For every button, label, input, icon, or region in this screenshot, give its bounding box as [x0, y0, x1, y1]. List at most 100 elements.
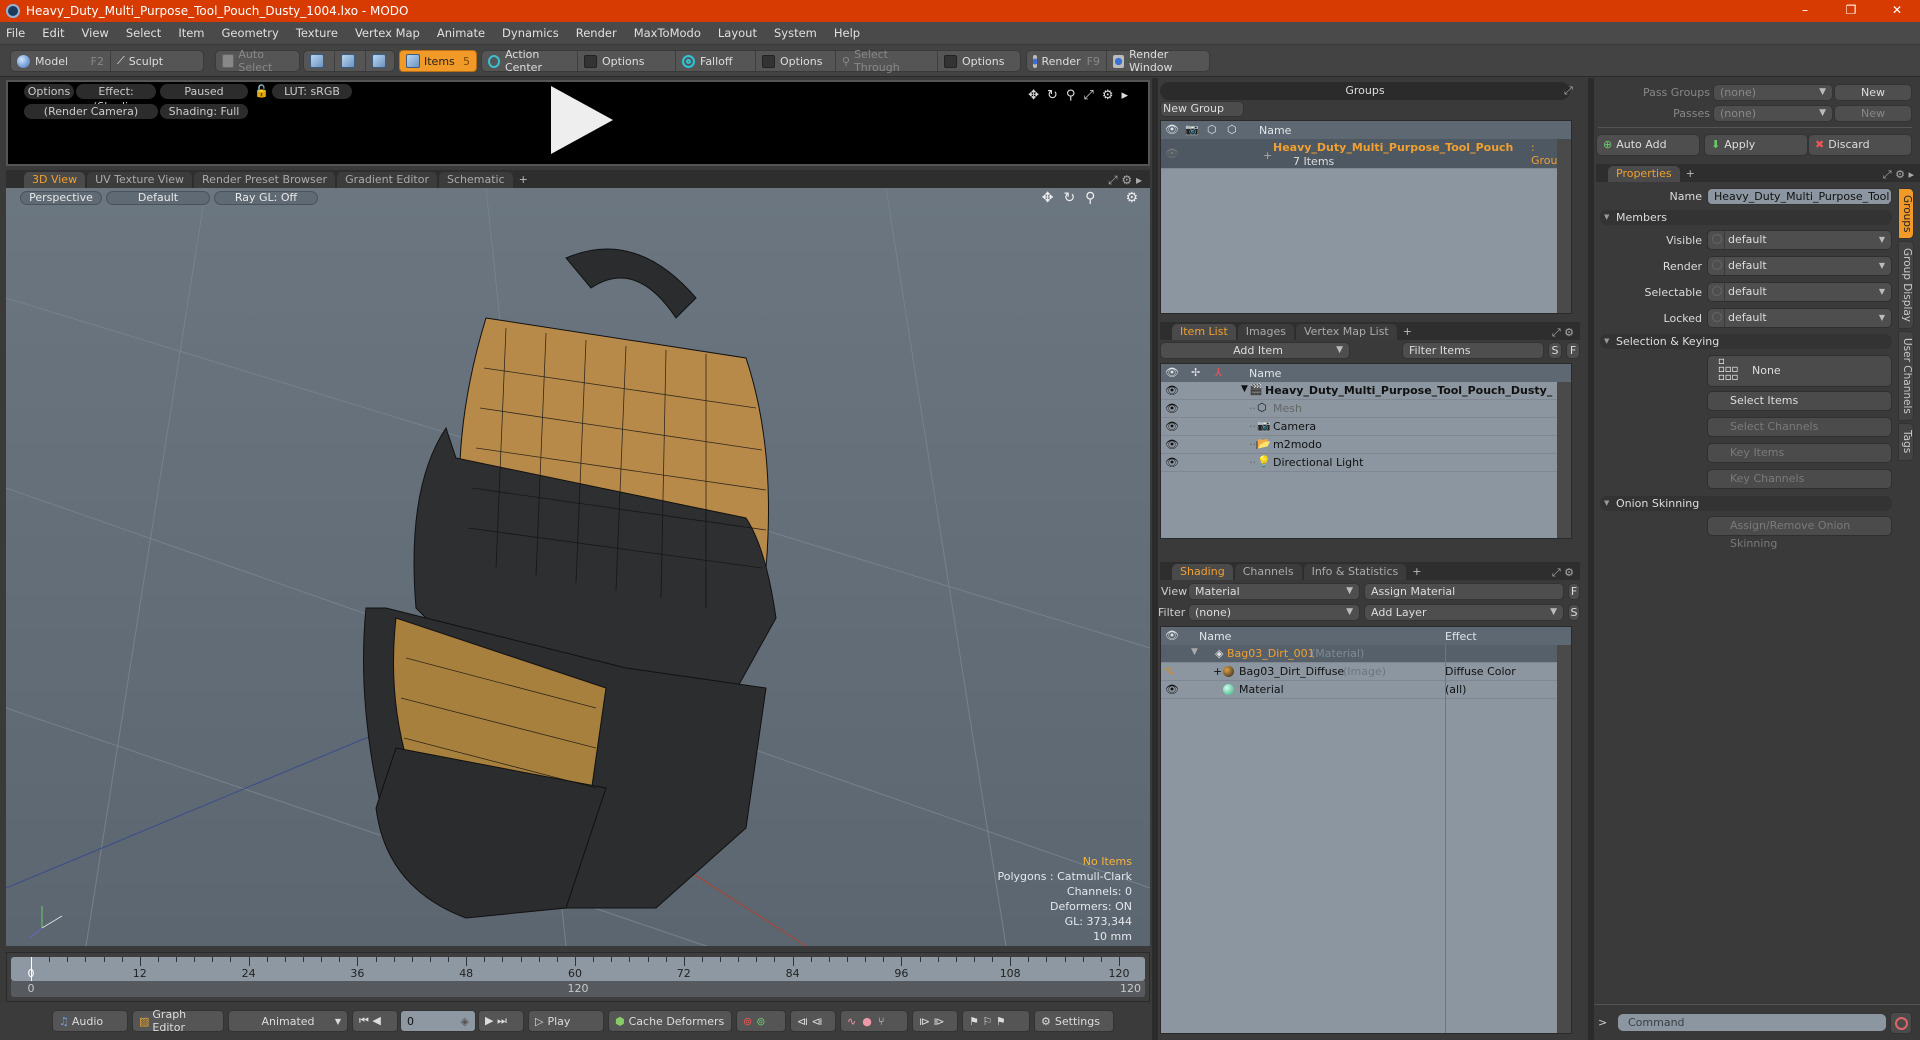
falloff-options-button[interactable]: Options: [756, 51, 836, 71]
f-toggle[interactable]: F: [1566, 342, 1580, 359]
move-view-icon[interactable]: ✥: [1028, 88, 1039, 103]
tab-info-statistics[interactable]: Info & Statistics: [1303, 564, 1407, 580]
items-mode-button[interactable]: Items 5: [399, 50, 477, 72]
shader-row-image[interactable]: ✎ + Bag03_Dirt_Diffuse (Image) Diffuse C…: [1161, 663, 1571, 681]
tab-schematic[interactable]: Schematic: [439, 172, 513, 188]
add-layer-dropdown[interactable]: Add Layer ▼: [1364, 604, 1564, 621]
menu-vertex-map[interactable]: Vertex Map: [355, 26, 420, 40]
radio-icon[interactable]: [1712, 286, 1722, 296]
preview-options-button[interactable]: Options: [24, 84, 74, 99]
locked-dropdown[interactable]: default ▼: [1707, 308, 1892, 328]
item-list-row[interactable]: 👁 ·· 📷 Camera: [1161, 418, 1571, 436]
pass-groups-dropdown[interactable]: (none) ▼: [1713, 84, 1833, 101]
gear-icon[interactable]: ⚙: [1121, 173, 1132, 187]
menu-view[interactable]: View: [82, 26, 109, 40]
playhead[interactable]: [31, 957, 32, 981]
side-tab-tags[interactable]: Tags: [1898, 423, 1914, 461]
timeline[interactable]: 0 12 24 36 48 60 72 84 96 108 120 0 120 120: [6, 952, 1150, 1002]
menu-texture[interactable]: Texture: [296, 26, 338, 40]
apply-button[interactable]: ⬇ Apply: [1704, 134, 1808, 156]
group-row[interactable]: 👁 + Heavy_Duty_Multi_Purpose_Tool_Pouch …: [1161, 139, 1571, 169]
key-ops-group[interactable]: ⚑ ⚐ ⚑: [962, 1010, 1030, 1032]
expand-icon[interactable]: +: [1213, 665, 1222, 678]
assign-material-button[interactable]: Assign Material: [1364, 583, 1564, 600]
add-tab-button[interactable]: +: [515, 172, 532, 188]
menu-item[interactable]: Item: [178, 26, 204, 40]
radio-icon[interactable]: [1712, 260, 1722, 270]
item-list-row[interactable]: 👁 ·· ⬡ Mesh: [1161, 400, 1571, 418]
filter-items-input[interactable]: Filter Items: [1402, 342, 1544, 359]
skip-to-start-button[interactable]: ⏮ ◀: [352, 1010, 398, 1032]
passes-dropdown[interactable]: (none) ▼: [1713, 105, 1833, 122]
s-toggle[interactable]: S: [1568, 604, 1580, 621]
menu-animate[interactable]: Animate: [437, 26, 485, 40]
selectable-dropdown[interactable]: default ▼: [1707, 282, 1892, 302]
menu-select[interactable]: Select: [126, 26, 161, 40]
cache-deformers-button[interactable]: ⬢ Cache Deformers: [608, 1010, 732, 1032]
eye-icon[interactable]: 👁: [1165, 683, 1179, 696]
audio-button[interactable]: ♫ Audio: [52, 1010, 128, 1032]
radio-icon[interactable]: [1712, 234, 1722, 244]
tab-3d-view[interactable]: 3D View: [24, 172, 86, 188]
gear-icon[interactable]: ⚙: [1564, 566, 1574, 579]
maximize-icon[interactable]: ⤢: [1552, 326, 1561, 339]
render-button[interactable]: Render F9: [1027, 51, 1107, 71]
shader-tree-scrollbar[interactable]: [1557, 645, 1571, 1033]
eye-icon[interactable]: 👁: [1165, 456, 1179, 469]
eye-icon[interactable]: 👁: [1165, 438, 1179, 451]
render-window-button[interactable]: Render Window: [1107, 48, 1209, 74]
radio-icon[interactable]: [1712, 312, 1722, 322]
item-list-row[interactable]: 👁 ·· 💡 Directional Light: [1161, 454, 1571, 472]
select-channels-button[interactable]: Select Channels: [1707, 417, 1892, 437]
add-tab-button[interactable]: +: [1399, 324, 1416, 340]
select-items-button[interactable]: Select Items: [1707, 391, 1892, 411]
menu-render[interactable]: Render: [576, 26, 617, 40]
gear-icon[interactable]: ⚙: [1564, 326, 1574, 339]
viewport-gear-icon[interactable]: ⚙: [1125, 190, 1138, 206]
maximize-icon[interactable]: ⤢: [1552, 566, 1561, 579]
new-pass-button[interactable]: New: [1834, 105, 1912, 122]
style-dropdown[interactable]: Default: [106, 191, 210, 205]
zoom-view-icon[interactable]: ⚲: [1085, 190, 1095, 206]
vertices-mode-button[interactable]: [304, 51, 335, 71]
gear-icon[interactable]: ⚙: [1895, 168, 1905, 181]
zoom-view-icon[interactable]: ⚲: [1066, 88, 1076, 103]
shader-row-material-group[interactable]: ▼ ◈ Bag03_Dirt_001 (Material): [1161, 645, 1571, 663]
new-group-button[interactable]: New Group: [1160, 101, 1244, 117]
action-center-button[interactable]: Action Center: [482, 48, 578, 74]
maximize-icon[interactable]: ⤢: [1883, 168, 1892, 181]
visible-dropdown[interactable]: default ▼: [1707, 230, 1892, 250]
raygl-dropdown[interactable]: Ray GL: Off: [214, 191, 318, 205]
members-section[interactable]: Members: [1600, 210, 1892, 225]
collapse-icon[interactable]: ▼: [1241, 384, 1248, 394]
panel-splitter[interactable]: [1588, 78, 1594, 1040]
panel-splitter[interactable]: [1152, 78, 1158, 1040]
expand-arrow-icon[interactable]: ▸: [1121, 88, 1128, 103]
item-list-scrollbar[interactable]: [1557, 382, 1571, 538]
add-tab-button[interactable]: +: [1682, 166, 1699, 182]
name-input[interactable]: Heavy_Duty_Multi_Purpose_Tool_Pc: [1707, 188, 1892, 205]
preview-shading-dropdown[interactable]: Shading: Full: [160, 104, 248, 119]
polygons-mode-button[interactable]: [366, 51, 397, 71]
minimize-button[interactable]: –: [1782, 0, 1828, 22]
eye-icon[interactable]: 👁: [1165, 384, 1179, 397]
maximize-icon[interactable]: ⤢: [1564, 84, 1573, 98]
maximize-button[interactable]: ❐: [1828, 0, 1874, 22]
render-dropdown[interactable]: default ▼: [1707, 256, 1892, 276]
menu-file[interactable]: File: [6, 26, 25, 40]
discard-button[interactable]: ✖ Discard: [1808, 134, 1912, 156]
preview-effect-dropdown[interactable]: Effect: (Shadi…: [76, 84, 156, 113]
menu-layout[interactable]: Layout: [718, 26, 757, 40]
auto-select-button[interactable]: Auto Select: [215, 48, 300, 74]
menu-geometry[interactable]: Geometry: [222, 26, 279, 40]
lock-icon[interactable]: 🔓: [254, 84, 269, 98]
add-item-dropdown[interactable]: Add Item ▼: [1160, 342, 1350, 359]
tab-render-preset-browser[interactable]: Render Preset Browser: [194, 172, 336, 188]
effect-dropdown[interactable]: (all): [1445, 683, 1466, 696]
new-pass-group-button[interactable]: New: [1834, 84, 1912, 101]
tab-vertex-map-list[interactable]: Vertex Map List: [1295, 324, 1397, 340]
maximize-icon[interactable]: ⤢: [1108, 173, 1118, 187]
groups-scrollbar[interactable]: [1557, 139, 1571, 313]
lut-dropdown[interactable]: LUT: sRGB: [272, 84, 352, 99]
sculpt-mode-button[interactable]: ⟋ Sculpt: [111, 51, 169, 71]
